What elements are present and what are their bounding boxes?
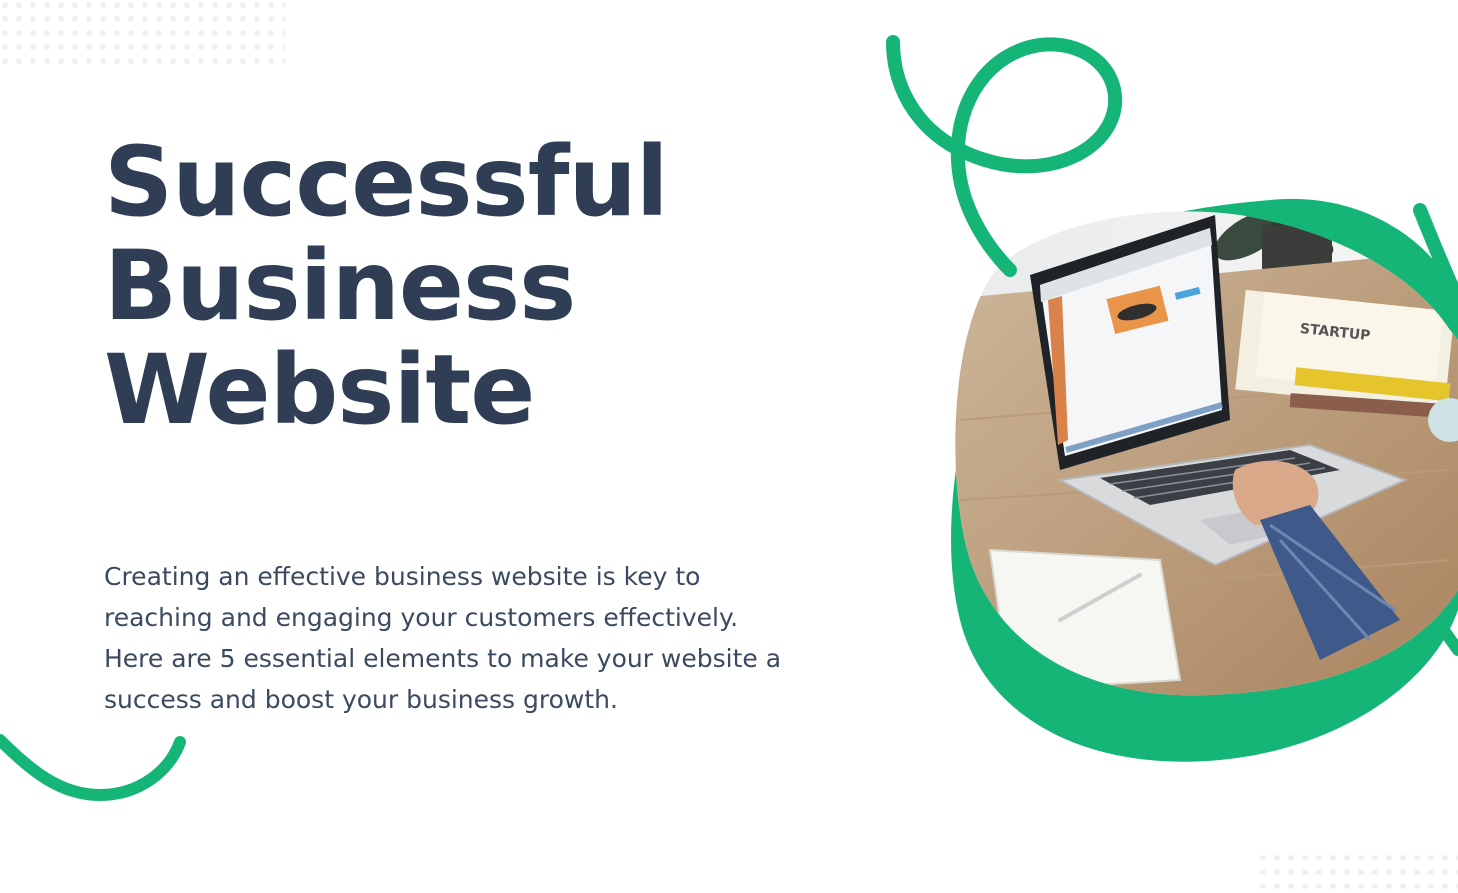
slide: STARTUP Successful Business Website Crea… [0,0,1458,893]
page-title: Successful Business Website [104,126,669,446]
body-paragraph: Creating an effective business website i… [104,562,782,714]
title-line-1: Successful [104,126,669,238]
laptop-photo: STARTUP [955,211,1458,696]
title-line-2: Business [104,230,576,342]
green-right-line-lower [1434,619,1458,656]
green-arc-bottom-left [0,734,186,802]
title-line-3: Website [104,334,535,446]
